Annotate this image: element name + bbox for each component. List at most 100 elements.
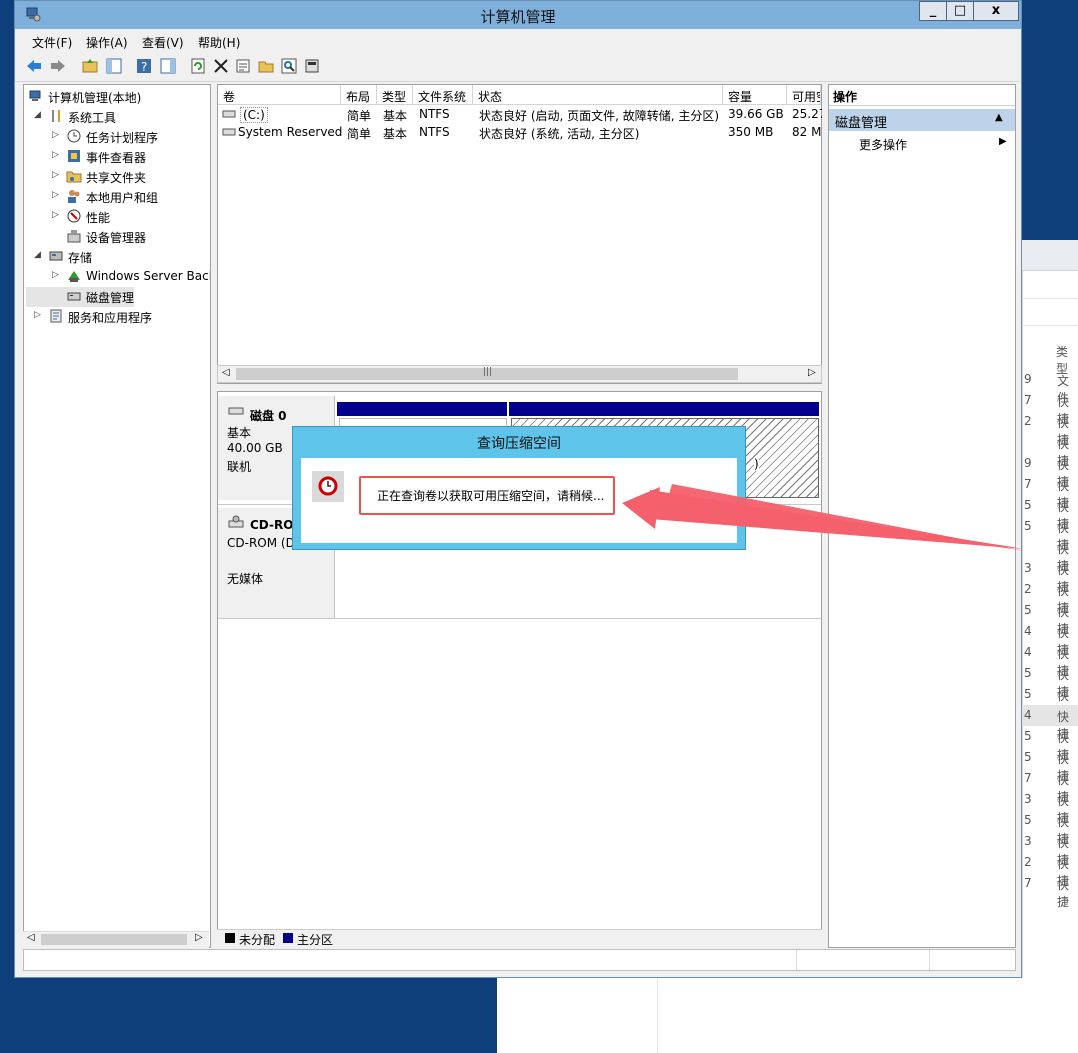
search-icon[interactable] [280, 57, 298, 75]
background-list-row: 2 快捷 [1022, 852, 1078, 888]
column-header-filesystem[interactable]: 文件系统 [413, 85, 473, 105]
scroll-left-icon[interactable]: ◁ [222, 367, 230, 378]
volume-free-space: 82 M [792, 125, 822, 139]
grip-icon: ||| [483, 367, 493, 377]
background-list-row: 5快捷 [1022, 663, 1078, 699]
tree-item-label: 设备管理器 [86, 231, 147, 245]
divider [218, 618, 821, 619]
disk-properties-icon[interactable] [303, 57, 321, 75]
delete-icon[interactable] [212, 57, 230, 75]
tree-item-label: 性能 [86, 211, 111, 225]
legend-label: 主分区 [297, 933, 334, 947]
column-header-type[interactable]: 类型 [377, 85, 413, 105]
collapse-arrow-icon[interactable]: ◢ [34, 250, 41, 260]
tree-item-label: 共享文件夹 [86, 171, 147, 185]
background-row-size: 5 [1024, 729, 1032, 743]
background-list-row: 快捷 [1022, 432, 1078, 468]
expand-arrow-icon[interactable]: ▷ [52, 130, 59, 140]
column-header-layout[interactable]: 布局 [341, 85, 377, 105]
scroll-right-icon[interactable]: ▷ [808, 367, 816, 378]
expand-arrow-icon[interactable]: ▷ [52, 150, 59, 160]
forward-arrow-icon[interactable] [49, 57, 67, 75]
background-list-row: 2 快捷 [1022, 579, 1078, 615]
volume-capacity: 39.66 GB [728, 107, 784, 121]
partition-bar-c[interactable] [509, 402, 819, 416]
column-header-capacity[interactable]: 容量 [723, 85, 787, 105]
background-row-size: 5 [1024, 687, 1032, 701]
tree-item-label: 磁盘管理 [86, 291, 135, 305]
background-row-size: 5 [1024, 519, 1032, 533]
cdrom-media: 无媒体 [227, 572, 264, 586]
show-hide-console-tree-icon[interactable] [105, 57, 123, 75]
scroll-left-icon[interactable]: ◁ [27, 932, 35, 943]
background-row-type: 快捷 [1057, 878, 1070, 909]
event-viewer-icon [68, 150, 80, 162]
menu-help[interactable]: 帮助(H) [198, 34, 240, 51]
minimize-button[interactable]: _ [919, 1, 947, 21]
window-title: 计算机管理 [480, 8, 556, 26]
background-list-row: 7 快捷 [1022, 768, 1078, 804]
background-list-row: 9 文件 [1022, 369, 1078, 405]
background-row-size: 7 [1024, 876, 1032, 890]
expand-arrow-icon[interactable]: ▷ [52, 270, 59, 280]
background-row-size: 7 [1024, 771, 1032, 785]
background-list-row: 3 快捷 [1022, 831, 1078, 867]
expand-arrow-icon[interactable]: ▷ [52, 190, 59, 200]
volume-status: 状态良好 (系统, 活动, 主分区) [479, 127, 640, 141]
expand-arrow-icon[interactable]: ▷ [34, 310, 41, 320]
column-header-free-space[interactable]: 可用空 [787, 85, 821, 105]
close-button[interactable]: x [973, 1, 1019, 21]
disk-icon [228, 407, 244, 415]
background-list-row: 5快捷 [1022, 726, 1078, 762]
volume-layout: 简单 [347, 109, 372, 123]
properties-icon[interactable] [234, 57, 252, 75]
menu-file[interactable]: 文件(F) [32, 34, 72, 51]
up-folder-icon[interactable] [81, 57, 99, 75]
tree-horizontal-scrollbar[interactable]: ◁ ▷ [23, 931, 209, 948]
collapse-arrow-icon[interactable]: ◢ [34, 110, 41, 120]
actions-header-label: 操作 [833, 90, 858, 104]
help-icon[interactable]: ? [135, 57, 153, 75]
tree-item-label: 计算机管理(本地) [48, 91, 142, 105]
background-list-row: 4 快捷 [1022, 621, 1078, 657]
refresh-icon[interactable] [189, 57, 207, 75]
divider [929, 950, 930, 970]
show-hide-action-pane-icon[interactable] [159, 57, 177, 75]
volume-type: 基本 [383, 127, 408, 141]
scroll-right-icon[interactable]: ▷ [195, 932, 203, 943]
expand-arrow-icon[interactable]: ▷ [52, 210, 59, 220]
background-row-size: 4 [1024, 708, 1032, 722]
open-folder-icon[interactable] [257, 57, 275, 75]
more-actions-label: 更多操作 [859, 138, 908, 152]
more-actions-item[interactable]: 更多操作 ▶ [829, 133, 1015, 153]
menu-view[interactable]: 查看(V) [142, 34, 184, 51]
scrollbar-thumb[interactable] [41, 934, 187, 945]
column-header-volume[interactable]: 卷 [218, 85, 341, 105]
background-list-row: 4 快捷 [1022, 705, 1078, 741]
background-window-header [1022, 240, 1078, 271]
expand-arrow-icon[interactable]: ▷ [52, 170, 59, 180]
background-row-size: 3 [1024, 561, 1032, 575]
partition-label-fragment: ) [754, 457, 759, 471]
back-arrow-icon[interactable] [25, 57, 43, 75]
column-header-status[interactable]: 状态 [473, 85, 723, 105]
cdrom-name: CD-RO [250, 518, 294, 532]
title-bar[interactable]: 计算机管理 _ □ x [15, 1, 1021, 29]
background-list-row: 5快捷 [1022, 747, 1078, 783]
chevron-right-icon: ▶ [999, 136, 1007, 147]
background-row-size: 5 [1024, 603, 1032, 617]
background-row-size: 7 [1024, 393, 1032, 407]
background-row-size: 5 [1024, 813, 1032, 827]
divider [1022, 298, 1078, 299]
maximize-button[interactable]: □ [946, 1, 974, 21]
collapse-arrow-icon[interactable]: ▲ [995, 112, 1003, 123]
volume-list-horizontal-scrollbar[interactable]: ◁ ||| ▷ [217, 365, 822, 383]
menu-action[interactable]: 操作(A) [86, 34, 128, 51]
background-list-row: 3 快捷 [1022, 558, 1078, 594]
legend-swatch-primary [283, 933, 293, 943]
partition-bar-system-reserved[interactable] [337, 402, 507, 416]
volume-name: (C:) [240, 107, 268, 123]
tree-item-disk-management[interactable]: 磁盘管理 [26, 287, 134, 307]
actions-section-disk-management[interactable]: 磁盘管理 ▲ [829, 109, 1015, 131]
svg-text:?: ? [141, 60, 147, 74]
